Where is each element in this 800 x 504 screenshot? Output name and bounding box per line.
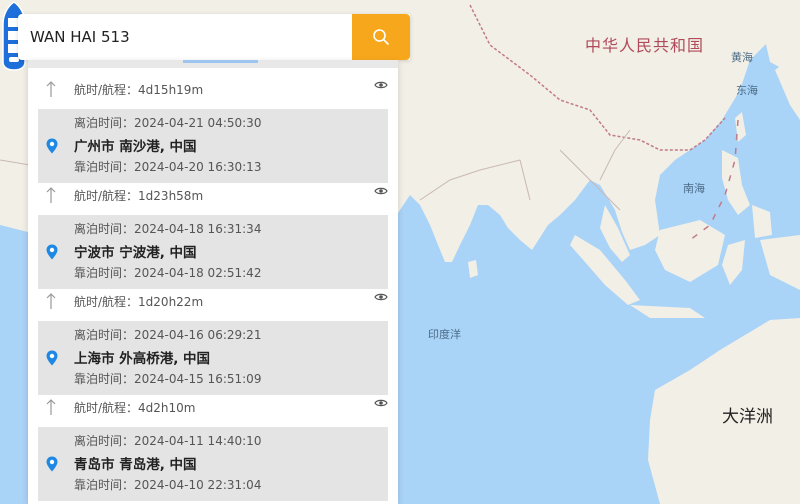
port-name: 广州市 南沙港, 中国 xyxy=(74,139,197,155)
port-call-card[interactable]: 离泊时间：2024-04-16 06:29:21 上海市 外高桥港, 中国 靠泊… xyxy=(38,321,388,395)
arrow-up-icon xyxy=(46,187,56,203)
arrow-up-icon xyxy=(46,293,56,309)
scroll-top-edge xyxy=(28,60,398,68)
voyage-row: 航时/航程：4d2h10m xyxy=(28,387,398,427)
port-name: 上海市 外高桥港, 中国 xyxy=(74,351,211,367)
voyage-duration: 航时/航程：4d15h19m xyxy=(74,83,204,97)
arrow-up-icon xyxy=(46,399,56,415)
search-icon xyxy=(373,29,389,45)
arrival-time: 靠泊时间：2024-04-10 22:31:04 xyxy=(74,478,262,492)
map-label-south-sea: 南海 xyxy=(683,182,705,195)
arrival-time: 靠泊时间：2024-04-18 02:51:42 xyxy=(74,266,262,280)
map-label-east-sea: 东海 xyxy=(736,84,758,97)
departure-time: 离泊时间：2024-04-21 04:50:30 xyxy=(74,116,262,130)
map-label-oceania: 大洋洲 xyxy=(722,407,773,427)
arrow-up-icon xyxy=(46,81,56,97)
port-call-list[interactable]: 航时/航程：4d15h19m 离泊时间：2024-04-21 04:50:30 … xyxy=(28,60,398,504)
eye-icon[interactable] xyxy=(374,78,388,92)
voyage-row: 航时/航程：1d23h58m xyxy=(28,175,398,215)
search-bar xyxy=(18,14,410,60)
voyage-duration: 航时/航程：4d2h10m xyxy=(74,401,196,415)
eye-icon[interactable] xyxy=(374,290,388,304)
departure-time: 离泊时间：2024-04-11 14:40:10 xyxy=(74,434,262,448)
map-label-indian-ocean: 印度洋 xyxy=(428,328,461,341)
voyage-duration: 航时/航程：1d23h58m xyxy=(74,189,204,203)
port-name: 宁波市 宁波港, 中国 xyxy=(74,245,197,261)
port-name: 青岛市 青岛港, 中国 xyxy=(74,457,197,473)
eye-icon[interactable] xyxy=(374,396,388,410)
voyage-duration: 航时/航程：1d20h22m xyxy=(74,295,204,309)
location-pin-icon xyxy=(46,350,58,366)
arrival-time: 靠泊时间：2024-04-15 16:51:09 xyxy=(74,372,262,386)
map-label-yellow-sea: 黄海 xyxy=(731,51,753,64)
search-button[interactable] xyxy=(352,14,410,60)
departure-time: 离泊时间：2024-04-16 06:29:21 xyxy=(74,328,262,342)
voyage-row: 航时/航程：1d20h22m xyxy=(28,281,398,321)
departure-time: 离泊时间：2024-04-18 16:31:34 xyxy=(74,222,262,236)
eye-icon[interactable] xyxy=(374,184,388,198)
port-call-card[interactable]: 离泊时间：2024-04-11 14:40:10 青岛市 青岛港, 中国 靠泊时… xyxy=(38,427,388,501)
port-call-card[interactable]: 离泊时间：2024-04-21 04:50:30 广州市 南沙港, 中国 靠泊时… xyxy=(38,109,388,183)
port-call-card[interactable]: 离泊时间：2024-04-18 16:31:34 宁波市 宁波港, 中国 靠泊时… xyxy=(38,215,388,289)
location-pin-icon xyxy=(46,456,58,472)
location-pin-icon xyxy=(46,138,58,154)
voyage-row: 航时/航程：4d15h19m xyxy=(28,69,398,109)
search-input[interactable] xyxy=(18,14,352,60)
location-pin-icon xyxy=(46,244,58,260)
arrival-time: 靠泊时间：2024-04-20 16:30:13 xyxy=(74,160,262,174)
map-label-china: 中华人民共和国 xyxy=(585,36,705,55)
